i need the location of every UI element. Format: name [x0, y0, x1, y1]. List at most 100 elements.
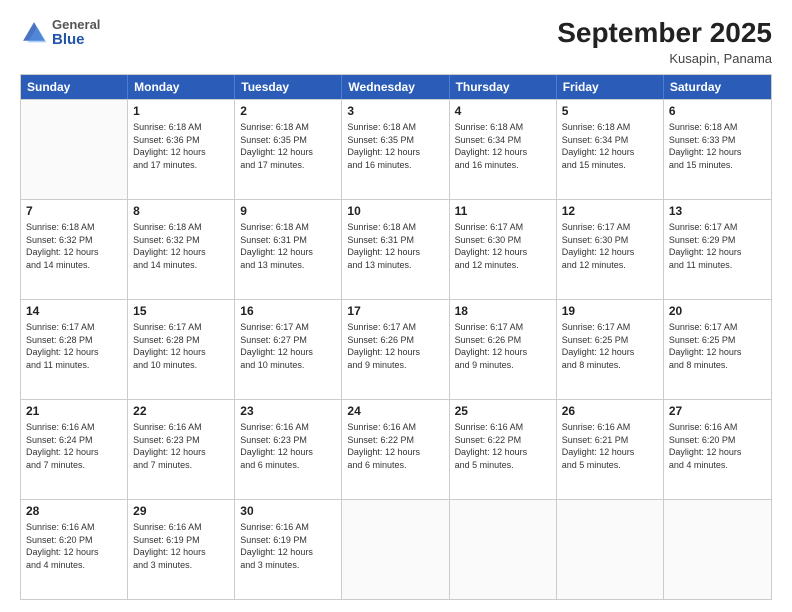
- calendar-header-cell: Tuesday: [235, 75, 342, 99]
- month-title: September 2025: [557, 18, 772, 49]
- calendar-header-cell: Sunday: [21, 75, 128, 99]
- calendar-cell: 23 Sunrise: 6:16 AMSunset: 6:23 PMDayligh…: [235, 400, 342, 499]
- calendar-header-cell: Saturday: [664, 75, 771, 99]
- day-number: 2: [240, 103, 336, 119]
- day-info: Sunrise: 6:16 AMSunset: 6:19 PMDaylight:…: [240, 521, 336, 571]
- day-info: Sunrise: 6:16 AMSunset: 6:23 PMDaylight:…: [240, 421, 336, 471]
- day-info: Sunrise: 6:18 AMSunset: 6:31 PMDaylight:…: [347, 221, 443, 271]
- day-info: Sunrise: 6:18 AMSunset: 6:34 PMDaylight:…: [455, 121, 551, 171]
- day-info: Sunrise: 6:18 AMSunset: 6:32 PMDaylight:…: [26, 221, 122, 271]
- calendar-cell: 15 Sunrise: 6:17 AMSunset: 6:28 PMDayligh…: [128, 300, 235, 399]
- calendar-cell: 7 Sunrise: 6:18 AMSunset: 6:32 PMDaylight…: [21, 200, 128, 299]
- calendar-cell: 18Sunrise: 6:17 AMSunset: 6:26 PMDayligh…: [450, 300, 557, 399]
- calendar-week-row: 1 Sunrise: 6:18 AMSunset: 6:36 PMDaylight…: [21, 99, 771, 199]
- calendar: SundayMondayTuesdayWednesdayThursdayFrid…: [20, 74, 772, 600]
- logo-blue-text: Blue: [52, 32, 100, 49]
- day-info: Sunrise: 6:16 AMSunset: 6:19 PMDaylight:…: [133, 521, 229, 571]
- calendar-week-row: 28 Sunrise: 6:16 AMSunset: 6:20 PMDayligh…: [21, 499, 771, 599]
- calendar-header-row: SundayMondayTuesdayWednesdayThursdayFrid…: [21, 75, 771, 99]
- day-info: Sunrise: 6:16 AMSunset: 6:21 PMDaylight:…: [562, 421, 658, 471]
- day-info: Sunrise: 6:18 AMSunset: 6:33 PMDaylight:…: [669, 121, 766, 171]
- calendar-cell: [21, 100, 128, 199]
- header: General Blue September 2025 Kusapin, Pan…: [20, 18, 772, 66]
- day-number: 26: [562, 403, 658, 419]
- logo-general-text: General: [52, 18, 100, 32]
- day-number: 30: [240, 503, 336, 519]
- day-info: Sunrise: 6:17 AMSunset: 6:30 PMDaylight:…: [562, 221, 658, 271]
- calendar-cell: [450, 500, 557, 599]
- calendar-cell: 26 Sunrise: 6:16 AMSunset: 6:21 PMDayligh…: [557, 400, 664, 499]
- calendar-cell: 2 Sunrise: 6:18 AMSunset: 6:35 PMDaylight…: [235, 100, 342, 199]
- calendar-cell: 5 Sunrise: 6:18 AMSunset: 6:34 PMDaylight…: [557, 100, 664, 199]
- day-info: Sunrise: 6:16 AMSunset: 6:20 PMDaylight:…: [26, 521, 122, 571]
- location-subtitle: Kusapin, Panama: [557, 51, 772, 66]
- calendar-header-cell: Wednesday: [342, 75, 449, 99]
- day-info: Sunrise: 6:18 AMSunset: 6:36 PMDaylight:…: [133, 121, 229, 171]
- day-number: 8: [133, 203, 229, 219]
- day-number: 12: [562, 203, 658, 219]
- calendar-cell: [557, 500, 664, 599]
- day-number: 15: [133, 303, 229, 319]
- calendar-cell: 22Sunrise: 6:16 AMSunset: 6:23 PMDayligh…: [128, 400, 235, 499]
- day-info: Sunrise: 6:17 AMSunset: 6:27 PMDaylight:…: [240, 321, 336, 371]
- day-number: 10: [347, 203, 443, 219]
- day-info: Sunrise: 6:18 AMSunset: 6:32 PMDaylight:…: [133, 221, 229, 271]
- day-number: 22: [133, 403, 229, 419]
- calendar-cell: 24 Sunrise: 6:16 AMSunset: 6:22 PMDayligh…: [342, 400, 449, 499]
- calendar-cell: 3Sunrise: 6:18 AMSunset: 6:35 PMDaylight…: [342, 100, 449, 199]
- day-number: 1: [133, 103, 229, 119]
- day-info: Sunrise: 6:18 AMSunset: 6:34 PMDaylight:…: [562, 121, 658, 171]
- day-info: Sunrise: 6:17 AMSunset: 6:26 PMDaylight:…: [455, 321, 551, 371]
- day-number: 11: [455, 203, 551, 219]
- calendar-week-row: 7 Sunrise: 6:18 AMSunset: 6:32 PMDaylight…: [21, 199, 771, 299]
- calendar-cell: 19 Sunrise: 6:17 AMSunset: 6:25 PMDayligh…: [557, 300, 664, 399]
- day-info: Sunrise: 6:17 AMSunset: 6:25 PMDaylight:…: [562, 321, 658, 371]
- calendar-cell: 14Sunrise: 6:17 AMSunset: 6:28 PMDayligh…: [21, 300, 128, 399]
- calendar-cell: 28 Sunrise: 6:16 AMSunset: 6:20 PMDayligh…: [21, 500, 128, 599]
- day-info: Sunrise: 6:17 AMSunset: 6:28 PMDaylight:…: [26, 321, 122, 371]
- calendar-cell: 10 Sunrise: 6:18 AMSunset: 6:31 PMDayligh…: [342, 200, 449, 299]
- logo-text: General Blue: [52, 18, 100, 49]
- day-number: 29: [133, 503, 229, 519]
- calendar-header-cell: Friday: [557, 75, 664, 99]
- day-number: 6: [669, 103, 766, 119]
- calendar-cell: 20Sunrise: 6:17 AMSunset: 6:25 PMDayligh…: [664, 300, 771, 399]
- calendar-cell: 25Sunrise: 6:16 AMSunset: 6:22 PMDayligh…: [450, 400, 557, 499]
- calendar-cell: 30 Sunrise: 6:16 AMSunset: 6:19 PMDayligh…: [235, 500, 342, 599]
- calendar-cell: 6 Sunrise: 6:18 AMSunset: 6:33 PMDaylight…: [664, 100, 771, 199]
- day-info: Sunrise: 6:17 AMSunset: 6:26 PMDaylight:…: [347, 321, 443, 371]
- day-number: 7: [26, 203, 122, 219]
- day-number: 21: [26, 403, 122, 419]
- day-info: Sunrise: 6:16 AMSunset: 6:22 PMDaylight:…: [347, 421, 443, 471]
- page: General Blue September 2025 Kusapin, Pan…: [0, 0, 792, 612]
- day-info: Sunrise: 6:16 AMSunset: 6:22 PMDaylight:…: [455, 421, 551, 471]
- logo-icon: [20, 19, 48, 47]
- day-info: Sunrise: 6:18 AMSunset: 6:35 PMDaylight:…: [240, 121, 336, 171]
- day-info: Sunrise: 6:17 AMSunset: 6:25 PMDaylight:…: [669, 321, 766, 371]
- day-number: 19: [562, 303, 658, 319]
- day-number: 27: [669, 403, 766, 419]
- calendar-cell: 21 Sunrise: 6:16 AMSunset: 6:24 PMDayligh…: [21, 400, 128, 499]
- day-number: 28: [26, 503, 122, 519]
- day-number: 5: [562, 103, 658, 119]
- calendar-cell: 9Sunrise: 6:18 AMSunset: 6:31 PMDaylight…: [235, 200, 342, 299]
- calendar-week-row: 21 Sunrise: 6:16 AMSunset: 6:24 PMDayligh…: [21, 399, 771, 499]
- day-info: Sunrise: 6:17 AMSunset: 6:28 PMDaylight:…: [133, 321, 229, 371]
- day-info: Sunrise: 6:17 AMSunset: 6:30 PMDaylight:…: [455, 221, 551, 271]
- calendar-cell: [342, 500, 449, 599]
- calendar-cell: 12 Sunrise: 6:17 AMSunset: 6:30 PMDayligh…: [557, 200, 664, 299]
- day-number: 16: [240, 303, 336, 319]
- day-number: 9: [240, 203, 336, 219]
- calendar-cell: 1 Sunrise: 6:18 AMSunset: 6:36 PMDaylight…: [128, 100, 235, 199]
- calendar-header-cell: Thursday: [450, 75, 557, 99]
- day-number: 3: [347, 103, 443, 119]
- day-number: 23: [240, 403, 336, 419]
- calendar-cell: 29 Sunrise: 6:16 AMSunset: 6:19 PMDayligh…: [128, 500, 235, 599]
- day-number: 17: [347, 303, 443, 319]
- calendar-cell: [664, 500, 771, 599]
- calendar-cell: 16 Sunrise: 6:17 AMSunset: 6:27 PMDayligh…: [235, 300, 342, 399]
- calendar-cell: 13Sunrise: 6:17 AMSunset: 6:29 PMDayligh…: [664, 200, 771, 299]
- day-info: Sunrise: 6:16 AMSunset: 6:24 PMDaylight:…: [26, 421, 122, 471]
- calendar-cell: 4Sunrise: 6:18 AMSunset: 6:34 PMDaylight…: [450, 100, 557, 199]
- day-number: 24: [347, 403, 443, 419]
